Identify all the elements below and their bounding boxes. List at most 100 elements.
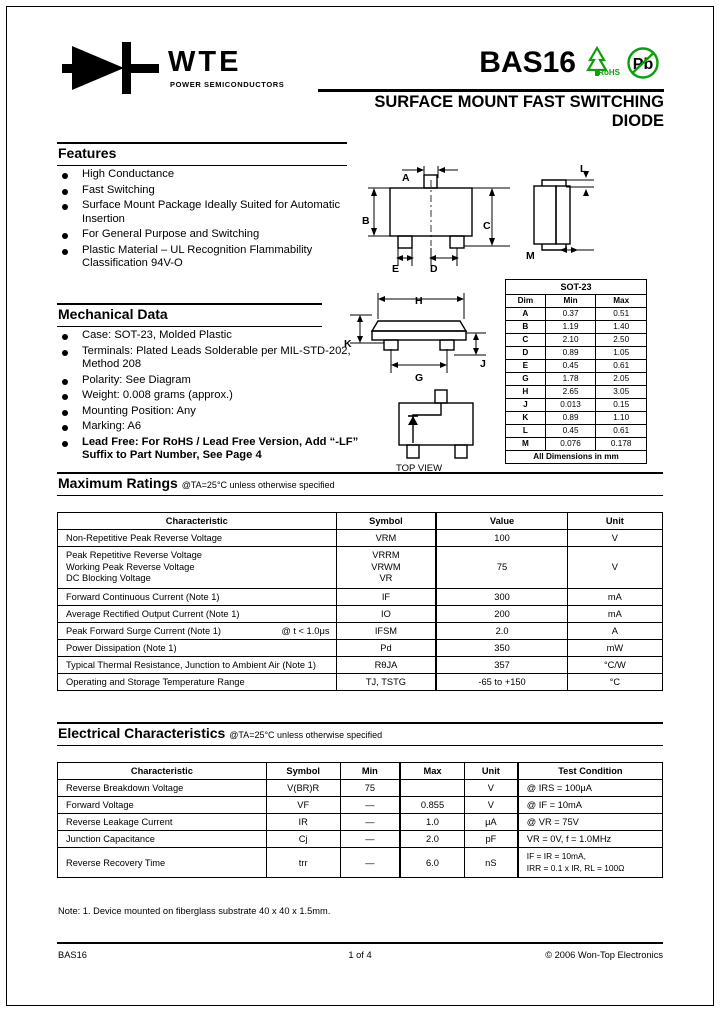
- rating-characteristic-cell: Peak Forward Surge Current (Note 1) @ t …: [57, 621, 337, 640]
- dim-name: K: [505, 411, 546, 425]
- dim-min: 0.89: [544, 346, 597, 360]
- elec-unit: V: [463, 779, 519, 797]
- list-item: Surface Mount Package Ideally Suited for…: [62, 199, 362, 226]
- mechanical-heading: Mechanical Data: [58, 306, 168, 322]
- lead-free-icon: Pb: [627, 47, 659, 79]
- dim-min: 0.076: [544, 437, 597, 451]
- rating-characteristic: Power Dissipation (Note 1): [57, 638, 337, 657]
- table-row: L 0.45 0.61: [505, 424, 647, 438]
- dim-label-d: D: [430, 263, 438, 275]
- rating-value: 75: [435, 546, 568, 589]
- table-row: B 1.19 1.40: [505, 320, 647, 334]
- elec-max: 2.0: [399, 830, 465, 848]
- feature-text: Plastic Material – UL Recognition Flamma…: [82, 243, 313, 270]
- package-top-view-drawing: [398, 389, 474, 459]
- elec-unit: nS: [463, 847, 519, 878]
- col-characteristic: Characteristic: [57, 762, 267, 780]
- rating-value: 100: [435, 529, 568, 547]
- bullet-icon: [62, 233, 68, 239]
- list-item: Case: SOT-23, Molded Plastic: [62, 329, 362, 343]
- elec-min: —: [339, 813, 401, 831]
- elec-test-condition: @ VR = 75V: [516, 813, 663, 831]
- elec-min: —: [339, 796, 401, 814]
- rating-value: 357: [435, 655, 568, 674]
- rohs-label: RoHS: [598, 68, 620, 77]
- list-item: Terminals: Plated Leads Solderable per M…: [62, 345, 362, 372]
- bullet-icon: [62, 425, 68, 431]
- dim-label-c: C: [483, 220, 491, 232]
- dim-min: 1.78: [544, 372, 597, 386]
- elec-characteristic: Junction Capacitance: [57, 830, 267, 848]
- dim-name: B: [505, 320, 546, 334]
- elec-max: [399, 779, 465, 797]
- dim-name: G: [505, 372, 546, 386]
- table-row: M 0.076 0.178: [505, 437, 647, 451]
- elec-max: 0.855: [399, 796, 465, 814]
- features-rule-top: [57, 142, 347, 144]
- electrical-characteristics-table: Characteristic Symbol Min Max Unit Test …: [57, 762, 663, 878]
- mechanical-list: Case: SOT-23, Molded Plastic Terminals: …: [62, 329, 362, 465]
- rating-unit: V: [566, 546, 664, 589]
- elec-min: —: [339, 847, 401, 878]
- rating-symbol: IFSM: [335, 621, 437, 640]
- feature-text: Fast Switching: [82, 183, 155, 196]
- mechanical-text: Lead Free: For RoHS / Lead Free Version,…: [82, 435, 359, 462]
- dim-col-dim: Dim: [505, 294, 546, 308]
- col-min: Min: [339, 762, 401, 780]
- footnote: Note: 1. Device mounted on fiberglass su…: [58, 906, 331, 916]
- elec-test-condition: @ IF = 10mA: [516, 796, 663, 814]
- list-item: Lead Free: For RoHS / Lead Free Version,…: [62, 436, 362, 463]
- mechanical-rule-top: [57, 303, 322, 305]
- mechanical-rule-bottom: [57, 326, 322, 327]
- table-row: Forward Continuous Current (Note 1) IF 3…: [57, 587, 664, 606]
- company-logo: WTE POWER SEMICONDUCTORS: [62, 40, 292, 100]
- list-item: Polarity: See Diagram: [62, 374, 362, 388]
- bullet-icon: [62, 394, 68, 400]
- bullet-icon: [62, 349, 68, 356]
- electrical-heading-text: Electrical Characteristics: [58, 725, 226, 741]
- rating-symbol: IO: [335, 604, 437, 623]
- dim-name: M: [505, 437, 546, 451]
- bullet-icon: [62, 440, 68, 447]
- rating-value: -65 to +150: [435, 672, 568, 691]
- mechanical-text: Weight: 0.008 grams (approx.): [82, 389, 233, 401]
- elec-min: 75: [339, 779, 401, 797]
- list-item: High Conductance: [62, 168, 362, 182]
- page-title: BAS16: [479, 46, 576, 79]
- elec-unit: μA: [463, 813, 519, 831]
- table-row: Reverse Breakdown Voltage V(BR)R 75 V @ …: [57, 779, 663, 797]
- mechanical-text: Terminals: Plated Leads Solderable per M…: [82, 344, 351, 371]
- mechanical-text: Mounting Position: Any: [82, 404, 196, 417]
- table-row: Operating and Storage Temperature Range …: [57, 672, 664, 691]
- elec-characteristic: Forward Voltage: [57, 796, 267, 814]
- rating-value: 300: [435, 587, 568, 606]
- electrical-subheading: @TA=25°C unless otherwise specified: [229, 730, 383, 740]
- dim-min: 0.45: [544, 359, 597, 373]
- rating-characteristic: Peak Repetitive Reverse Voltage Working …: [57, 546, 337, 589]
- table-row: Peak Forward Surge Current (Note 1) @ t …: [57, 621, 664, 640]
- dim-min: 0.89: [544, 411, 597, 425]
- feature-text: Surface Mount Package Ideally Suited for…: [82, 199, 341, 225]
- dim-name: J: [505, 398, 546, 412]
- table-row: Power Dissipation (Note 1) Pd 350 mW: [57, 638, 664, 657]
- elec-characteristic: Reverse Breakdown Voltage: [57, 779, 267, 797]
- mechanical-text: Case: SOT-23, Molded Plastic: [82, 329, 232, 341]
- features-heading: Features: [58, 145, 117, 161]
- dim-max: 0.51: [595, 307, 647, 321]
- package-dimension-table: SOT-23 Dim Min Max A 0.37 0.51 B 1.19 1.…: [505, 279, 647, 464]
- features-list: High Conductance Fast Switching Surface …: [62, 168, 362, 273]
- list-item: Weight: 0.008 grams (approx.): [62, 389, 362, 403]
- page-subtitle: SURFACE MOUNT FAST SWITCHING DIODE: [374, 93, 664, 130]
- rating-characteristic: Average Rectified Output Current (Note 1…: [57, 604, 337, 623]
- rating-unit: mW: [566, 638, 664, 657]
- logo-wordmark: WTE: [168, 46, 242, 78]
- dim-label-l: L: [580, 163, 587, 175]
- dim-label-h: H: [415, 295, 423, 307]
- rating-symbol: Pd: [335, 638, 437, 657]
- datasheet-page: WTE POWER SEMICONDUCTORS BAS16 RoHS Pb: [0, 0, 720, 1012]
- rating-symbol: IF: [335, 587, 437, 606]
- electrical-rule-top: [57, 722, 663, 724]
- col-unit: Unit: [463, 762, 519, 780]
- col-unit: Unit: [566, 512, 664, 530]
- col-symbol: Symbol: [335, 512, 437, 530]
